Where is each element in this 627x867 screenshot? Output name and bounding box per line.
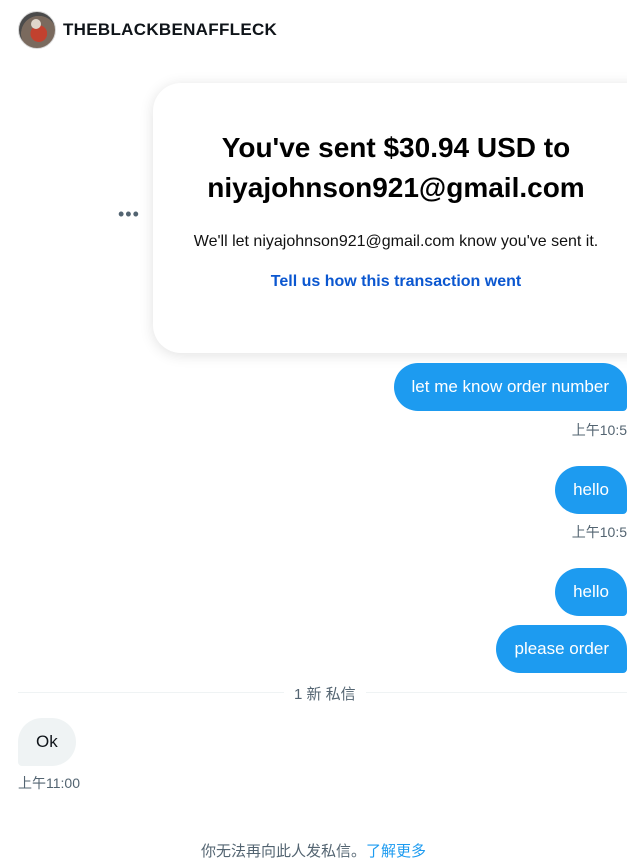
learn-more-link[interactable]: 了解更多 [366,843,426,860]
payment-title-line2: niyajohnson921@gmail.com [207,172,585,203]
dm-disabled-notice: 你无法再向此人发私信。了解更多 [0,840,627,861]
message-bubble[interactable]: let me know order number [393,363,627,411]
unread-divider-label: 1 新 私信 [284,683,366,704]
incoming-message-bubble[interactable]: Ok [18,718,76,766]
dm-conversation: THEBLACKBENAFFLECK ••• You've sent $30.9… [0,0,627,867]
payment-title: You've sent $30.94 USD to niyajohnson921… [153,128,627,208]
message-bubble[interactable]: hello [555,466,627,514]
dm-disabled-text: 你无法再向此人发私信。 [200,843,366,860]
avatar-figure [31,19,41,29]
payment-title-line1: You've sent $30.94 USD to [221,132,571,163]
incoming-message-timestamp: 上午11:00 [18,775,80,791]
payment-card: You've sent $30.94 USD to niyajohnson921… [153,83,627,353]
username[interactable]: THEBLACKBENAFFLECK [63,20,277,40]
transaction-feedback-link[interactable]: Tell us how this transaction went [153,273,627,291]
message-timestamp: 上午10:5 [571,422,627,438]
message-timestamp: 上午10:5 [571,524,627,540]
message-bubble[interactable]: please order [496,625,627,673]
conversation-header: THEBLACKBENAFFLECK [0,0,627,60]
payment-subtitle: We'll let niyajohnson921@gmail.com know … [193,233,599,250]
avatar[interactable] [18,11,56,49]
more-options-icon[interactable]: ••• [118,205,140,223]
message-bubble[interactable]: hello [555,568,627,616]
